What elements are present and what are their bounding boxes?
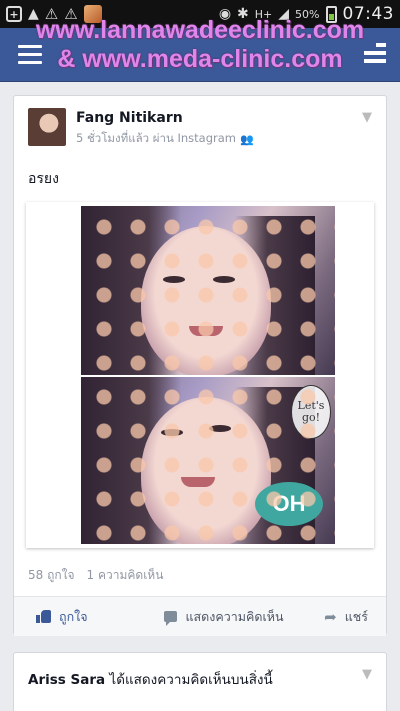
- share-label: แชร์: [344, 608, 368, 624]
- next-story-text: Ariss Sara ได้แสดงความคิดเห็นบนสิ่งนี้: [28, 668, 273, 690]
- sticker-oh: OH: [255, 482, 323, 526]
- avatar[interactable]: [28, 108, 66, 146]
- clock: 07:43: [342, 4, 394, 24]
- status-bar-system: ◉ ✱ H+ ◢ 50% 07:43: [219, 4, 394, 24]
- people-icon: 👥: [239, 132, 254, 146]
- post-author[interactable]: Fang Nitikarn: [76, 110, 183, 126]
- add-notification-icon: +: [6, 6, 22, 22]
- app-bar: [0, 28, 400, 82]
- likes-count[interactable]: 58 ถูกใจ: [28, 566, 75, 585]
- post-meta-text[interactable]: 5 ชั่วโมงที่แล้ว ผ่าน Instagram: [76, 130, 236, 148]
- share-button[interactable]: ➦ แชร์: [304, 597, 386, 637]
- android-icon: ▲: [28, 6, 39, 22]
- post-meta: 5 ชั่วโมงที่แล้ว ผ่าน Instagram 👥: [76, 130, 254, 148]
- status-bar-notifications: + ▲ ⚠ ⚠: [6, 5, 102, 23]
- app-notification-icon: [83, 5, 102, 23]
- sticker-lets-go: Let's go!: [291, 385, 331, 439]
- chevron-down-icon[interactable]: ▼: [362, 667, 372, 682]
- post-stats: 58 ถูกใจ 1 ความคิดเห็น: [28, 566, 163, 585]
- battery-icon: [325, 5, 337, 23]
- post-actions: ถูกใจ แสดงความคิดเห็น ➦ แชร์: [14, 596, 386, 636]
- next-story-card: Ariss Sara ได้แสดงความคิดเห็นบนสิ่งนี้ ▼: [13, 652, 387, 711]
- comment-button[interactable]: แสดงความคิดเห็น: [124, 597, 304, 637]
- comment-label: แสดงความคิดเห็น: [185, 608, 284, 624]
- network-type: H+: [254, 7, 273, 21]
- like-label: ถูกใจ: [59, 608, 88, 624]
- warning-icon: ⚠: [44, 5, 59, 23]
- next-story-action: ได้แสดงความคิดเห็นบนสิ่งนี้: [109, 672, 273, 688]
- signal-icon: ◢: [278, 6, 290, 22]
- post-card: Fang Nitikarn 5 ชั่วโมงที่แล้ว ผ่าน Inst…: [13, 95, 387, 636]
- comments-count[interactable]: 1 ความคิดเห็น: [87, 566, 164, 585]
- like-button[interactable]: ถูกใจ: [14, 597, 124, 637]
- menu-icon[interactable]: [18, 45, 42, 65]
- comment-icon: [164, 611, 178, 626]
- post-text: อรยง: [28, 171, 59, 187]
- battery-percent: 50%: [295, 7, 320, 21]
- chevron-down-icon[interactable]: ▼: [362, 110, 372, 125]
- next-story-actor[interactable]: Ariss Sara: [28, 672, 105, 688]
- post-photo[interactable]: Let's go! OH: [26, 202, 374, 548]
- photo-collage: Let's go! OH: [81, 206, 335, 544]
- warning-icon: ⚠: [64, 5, 78, 23]
- photo-bottom: Let's go! OH: [81, 375, 335, 544]
- like-icon: [36, 610, 51, 623]
- photo-top: [81, 206, 335, 375]
- share-icon: ➦: [324, 607, 337, 626]
- friend-requests-icon[interactable]: [364, 43, 386, 67]
- status-bar: + ▲ ⚠ ⚠ ◉ ✱ H+ ◢ 50% 07:43: [0, 0, 400, 28]
- eye-icon: ◉: [218, 6, 232, 22]
- bluetooth-icon: ✱: [237, 6, 249, 22]
